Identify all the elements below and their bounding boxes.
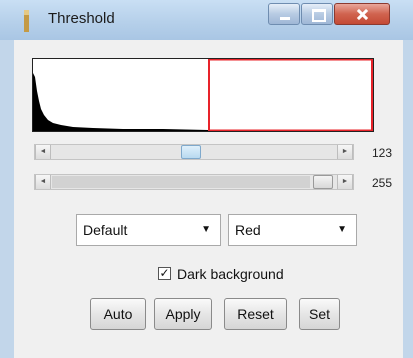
min-threshold-slider[interactable]: ◄ ► <box>34 144 354 160</box>
window-frame-left <box>0 40 14 358</box>
threshold-method-select[interactable]: Default ▼ <box>76 214 221 246</box>
histogram-plot <box>32 58 374 132</box>
maximize-icon[interactable] <box>301 3 333 25</box>
scroll-right-arrow-icon[interactable]: ► <box>337 175 353 189</box>
threshold-method-value: Default <box>83 222 128 238</box>
threshold-window: Threshold ◄ ► 123 ◄ ► 255 Default ▼ Red … <box>0 0 413 358</box>
scroll-left-arrow-icon[interactable]: ◄ <box>35 145 51 159</box>
threshold-app-icon <box>24 10 29 32</box>
max-threshold-slider[interactable]: ◄ ► <box>34 174 354 190</box>
max-threshold-value: 255 <box>372 176 393 190</box>
window-title: Threshold <box>48 10 115 27</box>
dark-background-checkbox[interactable]: ✓ <box>158 267 171 280</box>
apply-button[interactable]: Apply <box>154 298 212 330</box>
threshold-range-overlay <box>208 59 373 131</box>
auto-button[interactable]: Auto <box>90 298 146 330</box>
title-bar[interactable]: Threshold <box>0 0 413 40</box>
minimize-icon[interactable] <box>268 3 300 25</box>
min-threshold-thumb[interactable] <box>181 145 201 159</box>
display-mode-select[interactable]: Red ▼ <box>228 214 357 246</box>
window-frame-right <box>403 40 413 358</box>
close-icon[interactable] <box>334 3 390 25</box>
set-button[interactable]: Set <box>299 298 340 330</box>
scroll-right-arrow-icon[interactable]: ► <box>337 145 353 159</box>
scroll-left-arrow-icon[interactable]: ◄ <box>35 175 51 189</box>
max-threshold-thumb[interactable] <box>313 175 333 189</box>
reset-button[interactable]: Reset <box>224 298 287 330</box>
histogram-curve <box>33 73 373 131</box>
dark-background-label: Dark background <box>177 266 284 282</box>
display-mode-value: Red <box>235 222 261 238</box>
max-threshold-track <box>52 176 310 188</box>
min-threshold-value: 123 <box>372 146 393 160</box>
chevron-down-icon[interactable]: ▼ <box>201 224 211 235</box>
chevron-down-icon[interactable]: ▼ <box>337 224 347 235</box>
